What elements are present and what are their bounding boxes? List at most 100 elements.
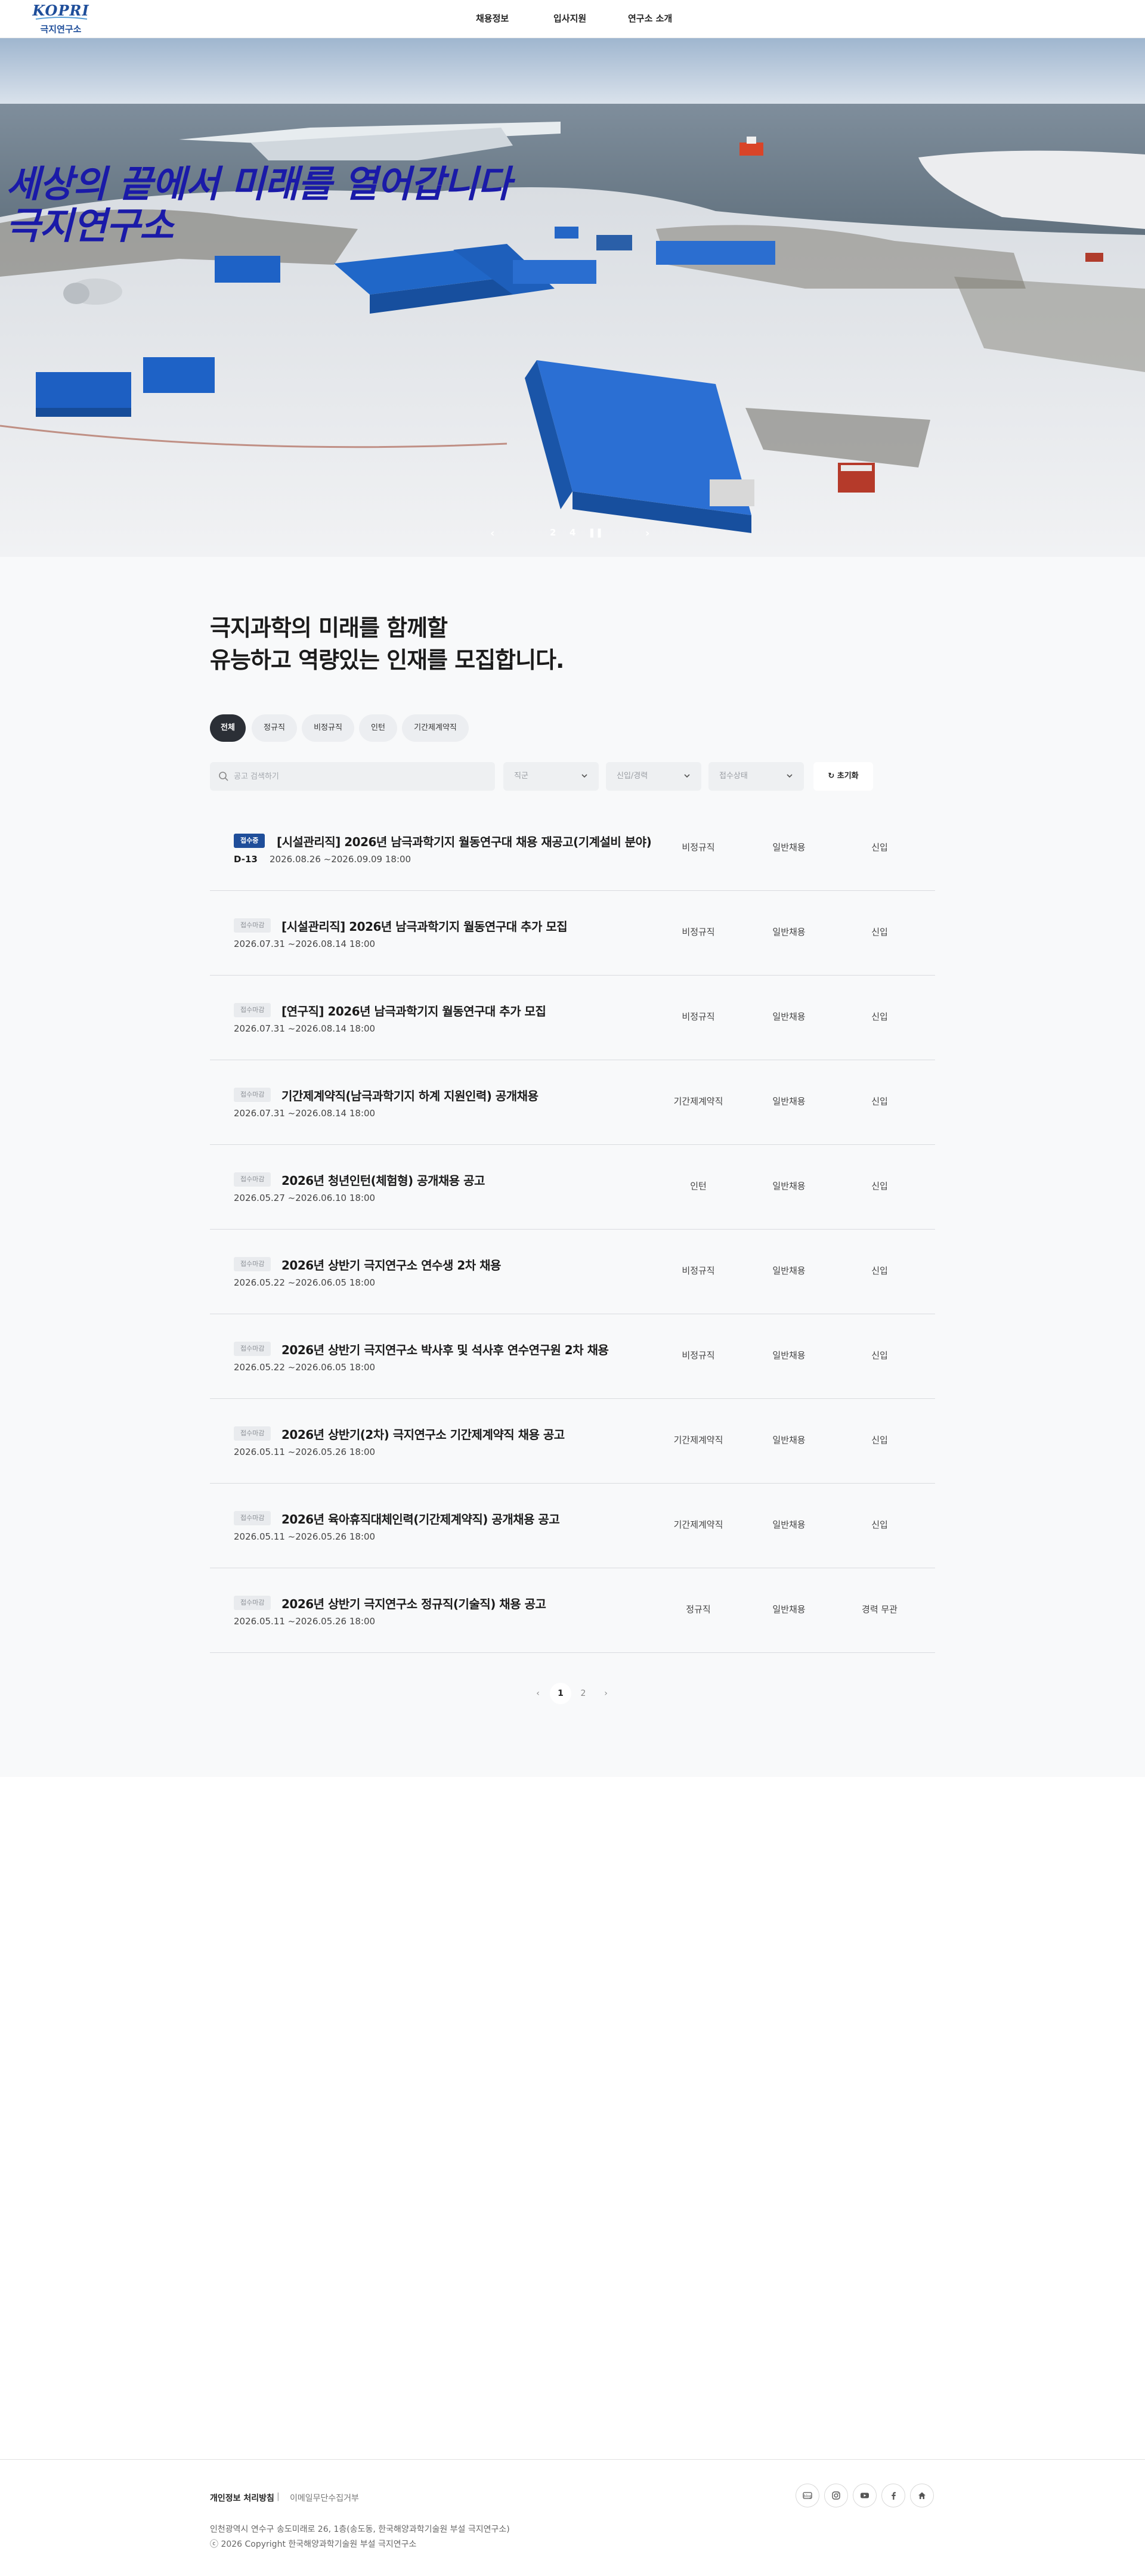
posting-row[interactable]: 접수중 [시설관리직] 2026년 남극과학기지 월동연구대 채용 재공고(기계설…: [210, 806, 935, 891]
posting-row[interactable]: 접수마감 2026년 육아휴직대체인력(기간제계약직) 공개채용 공고 2026.0…: [210, 1484, 935, 1568]
hiring-type: 일반채용: [772, 1181, 806, 1191]
page-2-button[interactable]: 2: [572, 1683, 594, 1704]
tab-intern[interactable]: 인턴: [359, 714, 397, 742]
nav-item-apply[interactable]: 입사지원: [553, 12, 586, 24]
status-badge: 접수중: [234, 834, 265, 848]
posting-row[interactable]: 접수마감 [연구직] 2026년 남극과학기지 월동연구대 추가 모집 2026.0…: [210, 976, 935, 1060]
headline-line2: 유능하고 역량있는 인재를 모집합니다.: [210, 647, 564, 673]
pause-icon[interactable]: ❚❚: [588, 527, 603, 538]
hero-slogan: 세상의 끝에서 미래를 열어갑니다 극지연구소: [6, 163, 511, 247]
posting-period: 2026.05.22 ~2026.06.05 18:00: [234, 1362, 376, 1373]
career-requirement: 경력 무관: [862, 1604, 898, 1615]
posting-period: 2026.07.31 ~2026.08.14 18:00: [234, 1023, 376, 1034]
posting-title[interactable]: 2026년 청년인턴(체험형) 공개채용 공고: [281, 1171, 485, 1188]
chevron-left-icon[interactable]: ‹: [490, 527, 494, 540]
posting-period: 2026.07.31 ~2026.08.14 18:00: [234, 1108, 376, 1119]
posting-period: 2026.05.11 ~2026.05.26 18:00: [234, 1531, 376, 1542]
search-icon: [219, 772, 228, 781]
chevron-right-icon[interactable]: ›: [645, 527, 649, 540]
posting-title[interactable]: [시설관리직] 2026년 남극과학기지 월동연구대 추가 모집: [281, 917, 568, 934]
posting-title[interactable]: 2026년 상반기 극지연구소 연수생 2차 채용: [281, 1256, 501, 1273]
hiring-type: 일반채용: [772, 1604, 806, 1615]
footer: 개인정보 처리방침 | 이메일무단수집거부 인천광역시 연수구 송도미래로 26…: [0, 2459, 1145, 2576]
recruit-section: 극지과학의 미래를 함께할 유능하고 역량있는 인재를 모집합니다. 전체 정규…: [0, 557, 1145, 1777]
posting-period: 2026.05.27 ~2026.06.10 18:00: [234, 1193, 376, 1203]
reset-button[interactable]: ↻ 초기화: [813, 762, 873, 791]
blog-icon[interactable]: blog: [796, 2484, 819, 2507]
posting-title[interactable]: 기간제계약직(남극과학기지 하계 지원인력) 공개채용: [281, 1086, 539, 1104]
career-level-select[interactable]: 신입/경력: [606, 762, 701, 791]
hiring-type: 일반채용: [772, 1435, 806, 1445]
facebook-icon[interactable]: [881, 2484, 905, 2507]
posting-period: 2026.07.31 ~2026.08.14 18:00: [234, 939, 376, 949]
refresh-icon: ↻: [828, 772, 837, 781]
posting-row[interactable]: 접수마감 2026년 상반기 극지연구소 연수생 2차 채용 2026.05.22 …: [210, 1230, 935, 1314]
posting-title[interactable]: [연구직] 2026년 남극과학기지 월동연구대 추가 모집: [281, 1002, 546, 1019]
posting-title[interactable]: 2026년 육아휴직대체인력(기간제계약직) 공개채용 공고: [281, 1510, 560, 1527]
posting-row[interactable]: 접수마감 2026년 청년인턴(체험형) 공개채용 공고 2026.05.27 ~2…: [210, 1145, 935, 1230]
footer-separator: |: [277, 2492, 280, 2501]
posting-period: 2026.05.11 ~2026.05.26 18:00: [234, 1616, 376, 1627]
career-requirement: 신입: [871, 1011, 888, 1022]
search-box: [210, 762, 495, 791]
posting-period: 2026.05.11 ~2026.05.26 18:00: [234, 1447, 376, 1457]
status-badge: 접수마감: [234, 1426, 271, 1441]
pagination-next-button[interactable]: ›: [595, 1683, 617, 1704]
hiring-type: 일반채용: [772, 842, 806, 853]
filter-bar: 직군 신입/경력 접수상태 ↻ 초기화: [210, 762, 935, 791]
employment-type: 인턴: [690, 1181, 707, 1191]
nav-item-about[interactable]: 연구소 소개: [628, 12, 672, 24]
posting-row[interactable]: 접수마감 기간제계약직(남극과학기지 하계 지원인력) 공개채용 2026.07.3…: [210, 1060, 935, 1145]
tab-non-regular[interactable]: 비정규직: [302, 714, 354, 742]
posting-row[interactable]: 접수마감 2026년 상반기 극지연구소 정규직(기술직) 채용 공고 2026.0…: [210, 1568, 935, 1653]
posting-row[interactable]: 접수마감 2026년 상반기 극지연구소 박사후 및 석사후 연수연구원 2차 채…: [210, 1314, 935, 1399]
hiring-type: 일반채용: [772, 1096, 806, 1107]
slide-current: 2: [550, 527, 556, 538]
posting-title[interactable]: 2026년 상반기 극지연구소 박사후 및 석사후 연수연구원 2차 채용: [281, 1340, 609, 1358]
youtube-icon[interactable]: [853, 2484, 877, 2507]
posting-title[interactable]: [시설관리직] 2026년 남극과학기지 월동연구대 채용 재공고(기계설비 분…: [277, 832, 652, 850]
status-select-label: 접수상태: [719, 772, 748, 781]
main-nav: 채용정보 입사지원 연구소 소개: [0, 0, 1145, 38]
job-group-select-label: 직군: [514, 772, 528, 781]
page-1-button[interactable]: 1: [550, 1683, 571, 1704]
privacy-policy-link[interactable]: 개인정보 처리방침: [210, 2492, 274, 2504]
home-icon[interactable]: [910, 2484, 934, 2507]
hero-antarctic-station-image: [0, 38, 1145, 557]
hiring-type: 일반채용: [772, 1519, 806, 1530]
pagination-prev-button[interactable]: ‹: [527, 1683, 549, 1704]
hero-banner: 세상의 끝에서 미래를 열어갑니다 극지연구소 ‹ 2 4 ❚❚ ›: [0, 38, 1145, 557]
slide-total: 4: [570, 527, 576, 538]
header: KOPRI 극지연구소 채용정보 입사지원 연구소 소개: [0, 0, 1145, 38]
job-group-select[interactable]: 직군: [503, 762, 599, 791]
posting-row[interactable]: 접수마감 2026년 상반기(2차) 극지연구소 기간제계약직 채용 공고 2026…: [210, 1399, 935, 1484]
status-badge: 접수마감: [234, 1342, 271, 1356]
career-requirement: 신입: [871, 1519, 888, 1530]
section-headline: 극지과학의 미래를 함께할 유능하고 역량있는 인재를 모집합니다.: [210, 612, 564, 676]
employment-type: 비정규직: [682, 842, 715, 853]
pagination: ‹ 1 2 ›: [0, 1683, 1145, 1707]
employment-type: 비정규직: [682, 1265, 715, 1276]
career-requirement: 신입: [871, 1265, 888, 1276]
posting-row[interactable]: 접수마감 [시설관리직] 2026년 남극과학기지 월동연구대 추가 모집 2026…: [210, 891, 935, 976]
hiring-type: 일반채용: [772, 1350, 806, 1361]
email-refusal-link[interactable]: 이메일무단수집거부: [290, 2492, 359, 2504]
tab-fixed-term[interactable]: 기간제계약직: [402, 714, 469, 742]
status-badge: 접수마감: [234, 1172, 271, 1187]
status-badge: 접수마감: [234, 1003, 271, 1017]
chevron-down-icon: [581, 774, 587, 778]
tab-all[interactable]: 전체: [210, 714, 246, 742]
status-select[interactable]: 접수상태: [708, 762, 804, 791]
employment-type: 정규직: [686, 1604, 711, 1615]
tab-regular[interactable]: 정규직: [252, 714, 297, 742]
instagram-icon[interactable]: [824, 2484, 848, 2507]
hiring-type: 일반채용: [772, 927, 806, 937]
reset-label: 초기화: [837, 772, 859, 781]
posting-title[interactable]: 2026년 상반기 극지연구소 정규직(기술직) 채용 공고: [281, 1594, 546, 1612]
status-badge: 접수마감: [234, 1088, 271, 1102]
employment-type: 기간제계약직: [673, 1435, 723, 1445]
search-input[interactable]: [234, 762, 484, 791]
nav-item-jobs[interactable]: 채용정보: [476, 12, 509, 24]
footer-address: 인천광역시 연수구 송도미래로 26, 1층(송도동, 한국해양과학기술원 부설…: [210, 2525, 510, 2534]
posting-title[interactable]: 2026년 상반기(2차) 극지연구소 기간제계약직 채용 공고: [281, 1425, 565, 1442]
